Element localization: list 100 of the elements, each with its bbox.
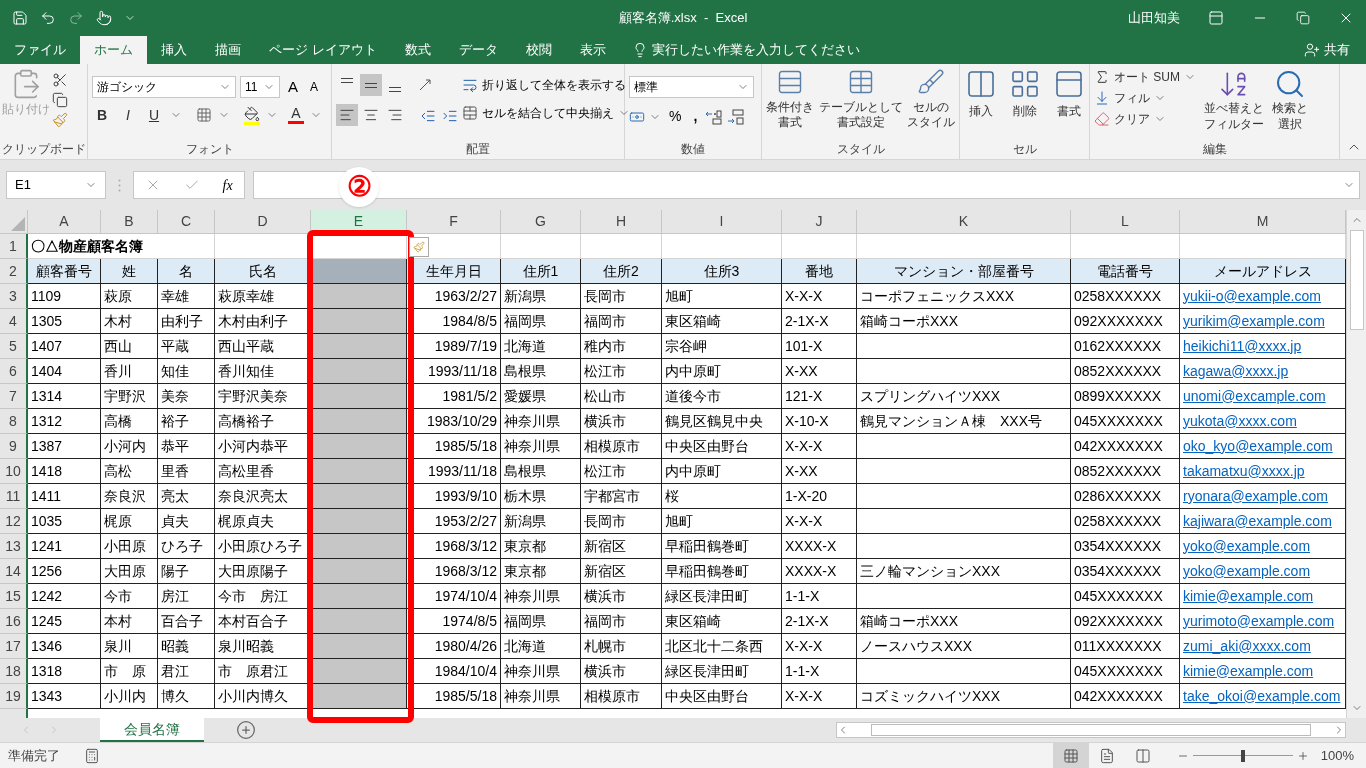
ribbon-tab[interactable]: 数式 [390,36,445,64]
view-button[interactable] [1052,742,1089,768]
row-header[interactable]: 13 [0,534,28,559]
font-color-button[interactable]: A [288,106,304,124]
indent-decrease-icon[interactable] [420,108,436,124]
row-header[interactable]: 5 [0,334,28,359]
row-header[interactable]: 1 [0,234,28,259]
table-cell: 横浜市 [581,584,662,609]
bold-button[interactable]: B [92,104,112,126]
paintbrush-icon[interactable] [52,112,68,128]
row-header[interactable]: 8 [0,409,28,434]
copy-icon[interactable] [52,92,68,108]
share-button[interactable]: 共有 [1324,40,1350,60]
formula-input[interactable] [253,171,1360,199]
table-cell: 1242 [28,584,101,609]
row-header[interactable]: 3 [0,284,28,309]
cells-button[interactable]: 削除 [1008,68,1041,139]
row-header[interactable]: 2 [0,259,28,284]
clear-button[interactable]: クリア [1094,110,1150,128]
column-header[interactable]: I [662,210,782,234]
row-header[interactable]: 10 [0,459,28,484]
style-button[interactable]: テーブルとして 書式設定 [818,68,903,139]
column-header[interactable]: A [28,210,101,234]
touch-mode-icon[interactable] [96,10,112,26]
row-header[interactable] [0,709,28,718]
wrap-text-button[interactable]: 折り返して全体を表示する [462,76,630,94]
column-header[interactable]: G [501,210,581,234]
column-header[interactable]: D [215,210,311,234]
ribbon-tab[interactable]: 挿入 [147,36,201,64]
row-header[interactable]: 4 [0,309,28,334]
vertical-align-button[interactable] [360,74,382,96]
grow-font-button[interactable]: A [284,76,302,99]
column-header[interactable]: M [1180,210,1346,234]
column-header[interactable]: H [581,210,662,234]
font-size-field[interactable]: 11 [240,76,280,99]
row-header[interactable]: 15 [0,584,28,609]
cells-button[interactable]: 書式 [1052,68,1085,139]
row-header[interactable]: 9 [0,434,28,459]
style-button[interactable]: セルの スタイル [907,68,955,139]
shrink-font-button[interactable]: A [306,78,323,97]
table-cell: 福岡県 [501,609,581,634]
save-icon[interactable] [12,10,28,26]
row-header[interactable]: 11 [0,484,28,509]
zoom-level: 100% [1320,746,1354,765]
indent-increase-icon[interactable] [442,108,458,124]
redo-icon[interactable] [68,10,84,26]
merge-center-button[interactable]: セルを結合して中央揃え [462,104,614,122]
row-header[interactable]: 14 [0,559,28,584]
ribbon-tab[interactable]: データ [444,36,512,64]
column-header[interactable]: J [782,210,857,234]
table-cell: X-X-X [782,434,857,459]
add-sheet-icon[interactable] [236,720,256,740]
borders-icon[interactable] [196,107,212,123]
row-header[interactable]: 7 [0,384,28,409]
ribbon-tab[interactable]: ページ レイアウト [255,36,391,64]
insert-function-button[interactable]: fx [222,174,233,196]
vertical-scroll-thumb[interactable] [1349,230,1364,330]
table-cell: 鶴見区鶴見中央 [662,409,782,434]
scissors-icon[interactable] [52,72,68,88]
ribbon-tab[interactable]: ホーム [80,36,147,64]
share-icon[interactable] [1304,42,1320,58]
underline-button[interactable]: U [144,104,164,126]
style-button[interactable]: 条件付き 書式 [766,68,814,139]
autosum-button[interactable]: オート SUM [1094,68,1180,86]
restore-icon[interactable] [1296,11,1310,25]
row-header[interactable]: 16 [0,609,28,634]
column-header[interactable]: B [101,210,158,234]
row-header[interactable]: 18 [0,659,28,684]
percent-button[interactable]: % [665,106,686,127]
ribbon-tab[interactable]: 描画 [201,36,255,64]
zoom-in-icon[interactable] [1296,749,1309,762]
horizontal-scroll-thumb[interactable] [871,724,1311,736]
ribbon-tab[interactable]: 表示 [565,36,620,64]
comma-button[interactable]: , [689,106,702,127]
fill-color-icon[interactable] [244,105,260,125]
italic-button[interactable]: I [118,104,138,126]
ribbon-options-icon[interactable] [1208,10,1224,26]
find-select-button[interactable]: 検索と 選択 [1272,68,1308,139]
number-format-field[interactable]: 標準 [629,76,754,98]
undo-icon[interactable] [40,10,56,26]
column-header[interactable]: K [857,210,1071,234]
horizontal-align-button[interactable] [336,104,358,126]
row-header[interactable]: 19 [0,684,28,709]
column-header[interactable]: L [1071,210,1180,234]
tell-me-field[interactable]: 実行したい作業を入力してください [651,40,860,60]
row-header[interactable]: 6 [0,359,28,384]
zoom-slider[interactable] [1192,749,1293,762]
sheet-tab[interactable]: 会員名簿 [100,718,204,742]
fill-button[interactable]: フィル [1094,89,1150,107]
increase-decimal-icon[interactable] [705,108,724,125]
decrease-decimal-icon[interactable] [727,108,746,125]
sort-filter-button[interactable]: 並べ替えと フィルター [1204,68,1264,139]
row-header[interactable]: 12 [0,509,28,534]
font-name-field[interactable]: 游ゴシック [92,76,236,99]
column-header[interactable]: C [158,210,215,234]
ribbon-tab[interactable]: 校閲 [511,36,566,64]
row-header[interactable]: 17 [0,634,28,659]
cells-button[interactable]: 挿入 [964,68,997,139]
ribbon-tab[interactable]: ファイル [0,36,80,64]
name-box[interactable]: E1 [6,171,106,199]
